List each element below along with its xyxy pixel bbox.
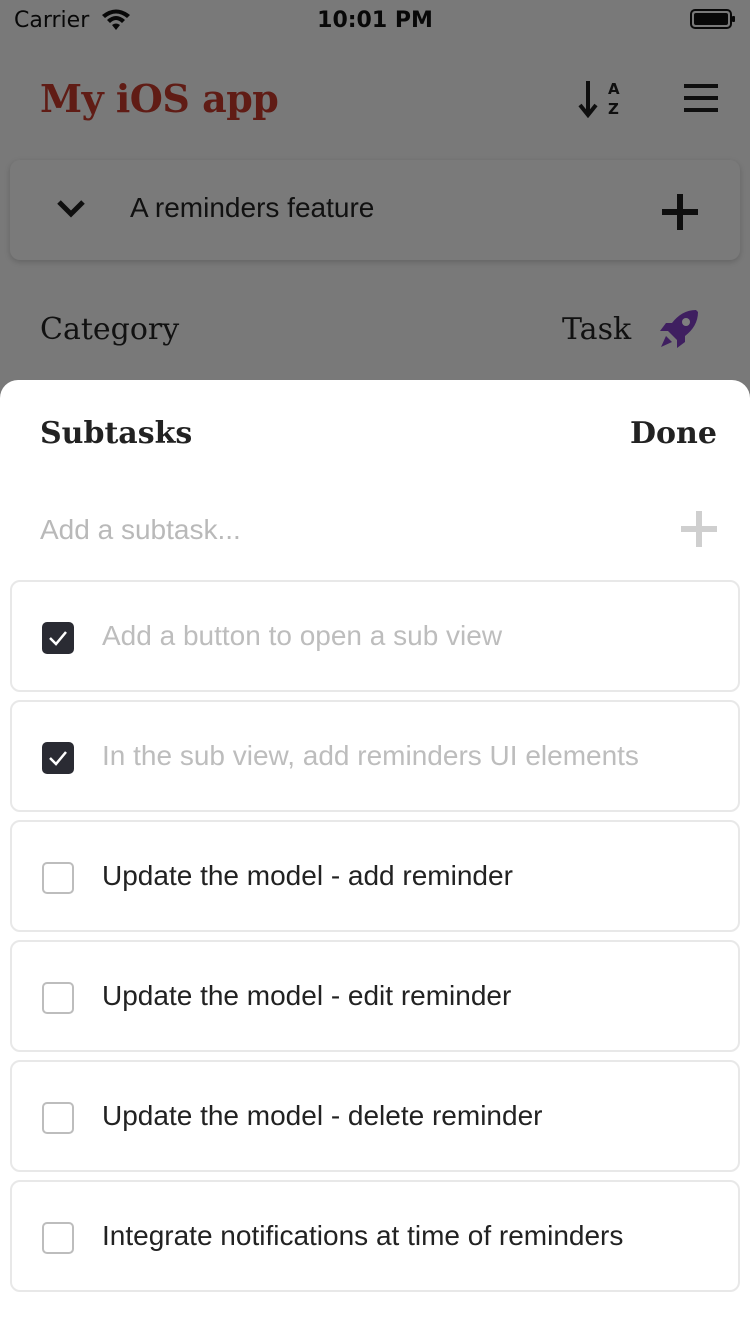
subtask-label: Integrate notifications at time of remin…	[102, 1220, 624, 1251]
subtask-row[interactable]: Update the model - edit reminder	[10, 940, 740, 1052]
subtask-list: Add a button to open a sub view In the s…	[10, 580, 740, 1300]
subtask-label: Update the model - delete reminder	[102, 1100, 543, 1131]
subtask-row[interactable]: Add a button to open a sub view	[10, 580, 740, 692]
subtask-checkbox[interactable]	[42, 622, 74, 654]
subtasks-sheet: Subtasks Done Add a button to open a sub…	[0, 380, 750, 1334]
subtask-row[interactable]: Update the model - delete reminder	[10, 1060, 740, 1172]
sheet-title: Subtasks	[40, 416, 193, 451]
subtask-checkbox[interactable]	[42, 982, 74, 1014]
subtask-checkbox[interactable]	[42, 1222, 74, 1254]
subtask-row[interactable]: Update the model - add reminder	[10, 820, 740, 932]
checkmark-icon	[49, 751, 67, 766]
subtask-checkbox[interactable]	[42, 1102, 74, 1134]
subtask-checkbox[interactable]	[42, 742, 74, 774]
subtask-label: Update the model - add reminder	[102, 860, 513, 891]
add-subtask-input[interactable]	[40, 508, 640, 552]
subtask-label: Update the model - edit reminder	[102, 980, 512, 1011]
done-button[interactable]: Done	[630, 416, 717, 451]
subtask-checkbox[interactable]	[42, 862, 74, 894]
add-subtask-plus-icon[interactable]	[680, 510, 718, 548]
screen: Carrier 10:01 PM My iOS app A Z A remind…	[0, 0, 750, 1334]
checkmark-icon	[49, 631, 67, 646]
subtask-row[interactable]: Integrate notifications at time of remin…	[10, 1180, 740, 1292]
subtask-label: Add a button to open a sub view	[102, 620, 503, 651]
subtask-row[interactable]: In the sub view, add reminders UI elemen…	[10, 700, 740, 812]
subtask-label: In the sub view, add reminders UI elemen…	[102, 740, 639, 771]
